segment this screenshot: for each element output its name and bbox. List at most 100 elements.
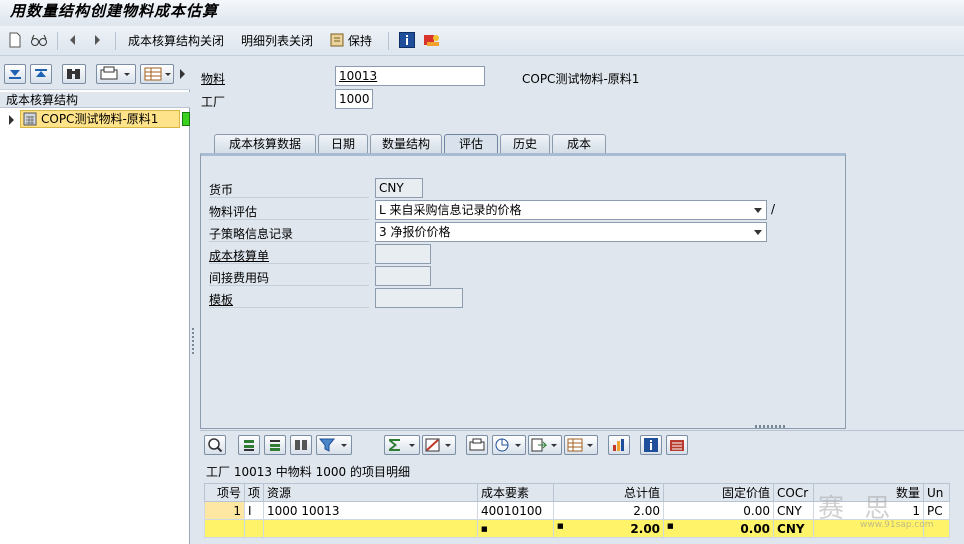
info-icon[interactable]	[640, 435, 662, 455]
col-resource[interactable]: 资源	[263, 483, 479, 502]
mat-val-row: 物料评估	[209, 200, 369, 220]
title-bar: 用数量结构创建物料成本估算	[0, 0, 964, 24]
tab-qty-structure[interactable]: 数量结构	[370, 134, 442, 154]
cell-total: 2.00	[553, 501, 665, 520]
collapse-all-icon[interactable]	[30, 64, 52, 84]
status-green-icon	[182, 112, 190, 126]
expand-all-icon[interactable]	[4, 64, 26, 84]
print-icon[interactable]	[96, 64, 136, 84]
find-binoculars-icon[interactable]	[62, 64, 86, 84]
col-item[interactable]: 项号	[204, 483, 245, 502]
export-icon[interactable]	[528, 435, 562, 455]
col-cost-element[interactable]: 成本要素	[477, 483, 555, 502]
keep-button[interactable]: 保持	[330, 32, 372, 50]
subtotal-icon[interactable]	[422, 435, 456, 455]
currency-label: 货币	[209, 183, 234, 197]
cost-sheet-row: 成本核算单	[209, 244, 369, 264]
sub-strategy-dropdown[interactable]: 3 净报价价格	[375, 222, 767, 242]
sort-descending-icon[interactable]	[264, 435, 286, 455]
cell-cost-element: 40010100	[477, 501, 555, 520]
tab-valuation[interactable]: 评估	[444, 134, 498, 154]
col-cocr[interactable]: COCr	[773, 483, 815, 502]
tab-costing-data[interactable]: 成本核算数据	[214, 134, 316, 154]
print-icon[interactable]	[466, 435, 488, 455]
material-label: 物料	[201, 72, 226, 86]
cell-fixed: 0.00	[663, 501, 775, 520]
list-off-button[interactable]: 明细列表关闭	[241, 32, 313, 50]
sub-strategy-label: 子策略信息记录	[209, 227, 294, 241]
filter-icon[interactable]	[316, 435, 352, 455]
tree-toolbar	[0, 58, 190, 90]
graphic-chart-icon[interactable]	[608, 435, 630, 455]
plant-field[interactable]: 1000	[335, 89, 373, 109]
material-value: 10013	[339, 69, 378, 83]
scroll-right-icon[interactable]	[179, 68, 187, 83]
tree-header: 成本核算结构	[0, 92, 190, 108]
cell-category: I	[243, 501, 265, 520]
overhead-row: 间接费用码	[209, 266, 369, 286]
watermark-url: www.91sap.com	[860, 520, 934, 530]
previous-arrow-icon[interactable]	[67, 32, 77, 50]
layout-grid-icon[interactable]	[140, 64, 174, 84]
sub-strategy-value: 3 净报价价格	[379, 225, 451, 239]
tab-costs[interactable]: 成本	[552, 134, 606, 154]
mat-val-label: 物料评估	[209, 205, 258, 219]
layout-icon[interactable]	[564, 435, 598, 455]
info-icon[interactable]	[399, 32, 415, 50]
cost-sheet-field[interactable]	[375, 244, 431, 264]
overhead-label: 间接费用码	[209, 271, 270, 285]
overhead-field[interactable]	[375, 266, 431, 286]
plant-label: 工厂	[201, 95, 226, 109]
costing-structure-pane: 成本核算结构 COPC测试物料-原料1	[0, 58, 190, 544]
sum-cell-empty	[263, 519, 479, 538]
separator	[57, 32, 58, 50]
cell-resource: 1000 10013	[263, 501, 479, 520]
views-icon[interactable]	[492, 435, 526, 455]
col-category[interactable]: 项	[243, 483, 265, 502]
application-toolbar: 成本核算结构关闭 明细列表关闭 保持	[0, 26, 964, 56]
mat-val-dropdown[interactable]: L 来自采购信息记录的价格	[375, 200, 767, 220]
costing-log-icon[interactable]	[423, 32, 441, 50]
col-unit[interactable]: Un	[923, 483, 951, 502]
currency-field[interactable]: CNY	[375, 178, 423, 198]
sum-icon[interactable]	[384, 435, 420, 455]
pane-splitter[interactable]	[190, 58, 196, 544]
glasses-display-icon[interactable]	[30, 32, 48, 50]
new-document-icon[interactable]	[8, 32, 22, 50]
template-row: 模板	[209, 288, 369, 308]
tab-history[interactable]: 历史	[500, 134, 550, 154]
cell-cocr: CNY	[773, 501, 815, 520]
grid-title: 工厂 10013 中物料 1000 的项目明细	[206, 465, 410, 479]
tab-dates[interactable]: 日期	[318, 134, 368, 154]
sub-strategy-row: 子策略信息记录	[209, 222, 369, 242]
sum-cell-empty	[243, 519, 265, 538]
template-field[interactable]	[375, 288, 463, 308]
window-title: 用数量结构创建物料成本估算	[10, 2, 219, 20]
keep-label: 保持	[347, 34, 372, 48]
tree-expand-icon[interactable]	[9, 114, 15, 128]
sum-cell-empty	[204, 519, 245, 538]
col-fixed-value[interactable]: 固定价值	[663, 483, 775, 502]
calculator-icon	[23, 112, 37, 126]
tree-node-row[interactable]: COPC测试物料-原料1	[0, 110, 190, 128]
resize-grip[interactable]	[755, 425, 785, 428]
valuation-panel: 货币 CNY 物料评估 L 来自采购信息记录的价格 / 子策略信息记录 3 净报…	[200, 153, 846, 429]
next-arrow-icon[interactable]	[93, 32, 103, 50]
currency-row: 货币	[209, 178, 369, 198]
find-icon[interactable]	[290, 435, 312, 455]
sort-ascending-icon[interactable]	[238, 435, 260, 455]
sum-marker: ■	[477, 519, 555, 538]
cell-item: 1	[204, 501, 245, 520]
cell-unit: PC	[923, 501, 951, 520]
material-field[interactable]: 10013	[335, 66, 485, 86]
item-detail-area: 工厂 10013 中物料 1000 的项目明细 项号 项 资源 成本要素 总计值…	[200, 425, 964, 544]
structure-off-button[interactable]: 成本核算结构关闭	[128, 32, 224, 50]
cost-sheet-label: 成本核算单	[209, 249, 270, 263]
tree-node-label: COPC测试物料-原料1	[41, 112, 159, 126]
sum-total: ■ 2.00	[553, 519, 665, 538]
mat-val-value: L 来自采购信息记录的价格	[379, 203, 522, 217]
abc-analysis-icon[interactable]	[666, 435, 688, 455]
tree-node-material[interactable]: COPC测试物料-原料1	[20, 110, 180, 128]
col-total-value[interactable]: 总计值	[553, 483, 665, 502]
details-magnifier-icon[interactable]	[204, 435, 226, 455]
